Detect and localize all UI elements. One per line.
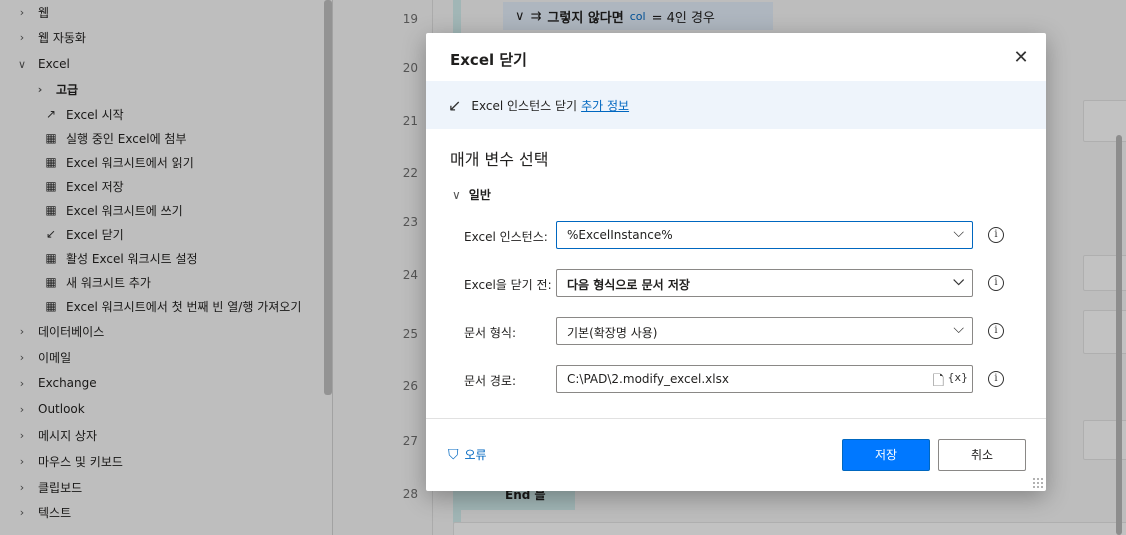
field-value: C:\PAD\2.modify_excel.xlsx [567,372,729,386]
chevron-down-icon: ⌵ [953,273,964,289]
general-group-header[interactable]: ∨ 일반 [452,186,491,203]
field-label: 문서 형식: [464,326,517,340]
error-link[interactable]: ⛉ 오류 [448,446,487,463]
error-label: 오류 [464,448,487,462]
field-document-path: 문서 경로: C:\PAD\2.modify_excel.xlsx 🗋 {x} … [426,365,1046,395]
cancel-button[interactable]: 취소 [938,439,1026,471]
excel-instance-dropdown[interactable]: %ExcelInstance% ⌵ [556,221,973,249]
chevron-down-icon: ⌵ [953,225,964,241]
field-label: Excel을 닫기 전: [464,278,552,292]
field-value: 기본(확장명 사용) [567,326,658,340]
before-closing-dropdown[interactable]: 다음 형식으로 문서 저장 ⌵ [556,269,973,297]
document-path-input[interactable]: C:\PAD\2.modify_excel.xlsx 🗋 {x} [556,365,973,393]
dialog-title: Excel 닫기 [450,51,527,69]
file-icon[interactable]: 🗋 [933,370,944,392]
info-icon[interactable]: i [988,371,1004,387]
more-info-link[interactable]: 추가 정보 [581,97,629,114]
field-value: %ExcelInstance% [567,228,673,242]
arrow-down-left-icon: ↙ [448,95,462,115]
info-icon[interactable]: i [988,227,1004,243]
field-label: 문서 경로: [464,374,517,388]
info-icon[interactable]: i [988,275,1004,291]
info-text: Excel 인스턴스 닫기 [471,98,578,113]
field-before-closing: Excel을 닫기 전: 다음 형식으로 문서 저장 ⌵ i [426,269,1046,299]
field-value: 다음 형식으로 문서 저장 [567,278,690,292]
close-icon[interactable]: ✕ [1010,47,1032,69]
field-label: Excel 인스턴스: [464,230,548,244]
field-document-format: 문서 형식: 기본(확장명 사용) ⌵ i [426,317,1046,347]
close-excel-dialog: Excel 닫기 ✕ ↙ Excel 인스턴스 닫기 추가 정보 매개 변수 선… [426,33,1046,491]
chevron-down-icon: ∨ [452,187,461,202]
shield-icon: ⛉ [448,446,459,463]
general-group-label: 일반 [468,188,491,202]
field-excel-instance: Excel 인스턴스: %ExcelInstance% ⌵ i [426,221,1046,251]
info-bar: ↙ Excel 인스턴스 닫기 추가 정보 [426,81,1046,129]
variable-icon[interactable]: {x} [947,371,968,384]
section-title: 매개 변수 선택 [450,150,549,169]
info-icon[interactable]: i [988,323,1004,339]
save-button[interactable]: 저장 [842,439,930,471]
dialog-divider [426,418,1046,419]
resize-grip-icon[interactable] [1032,477,1044,489]
document-format-dropdown[interactable]: 기본(확장명 사용) ⌵ [556,317,973,345]
chevron-down-icon: ⌵ [953,321,964,337]
